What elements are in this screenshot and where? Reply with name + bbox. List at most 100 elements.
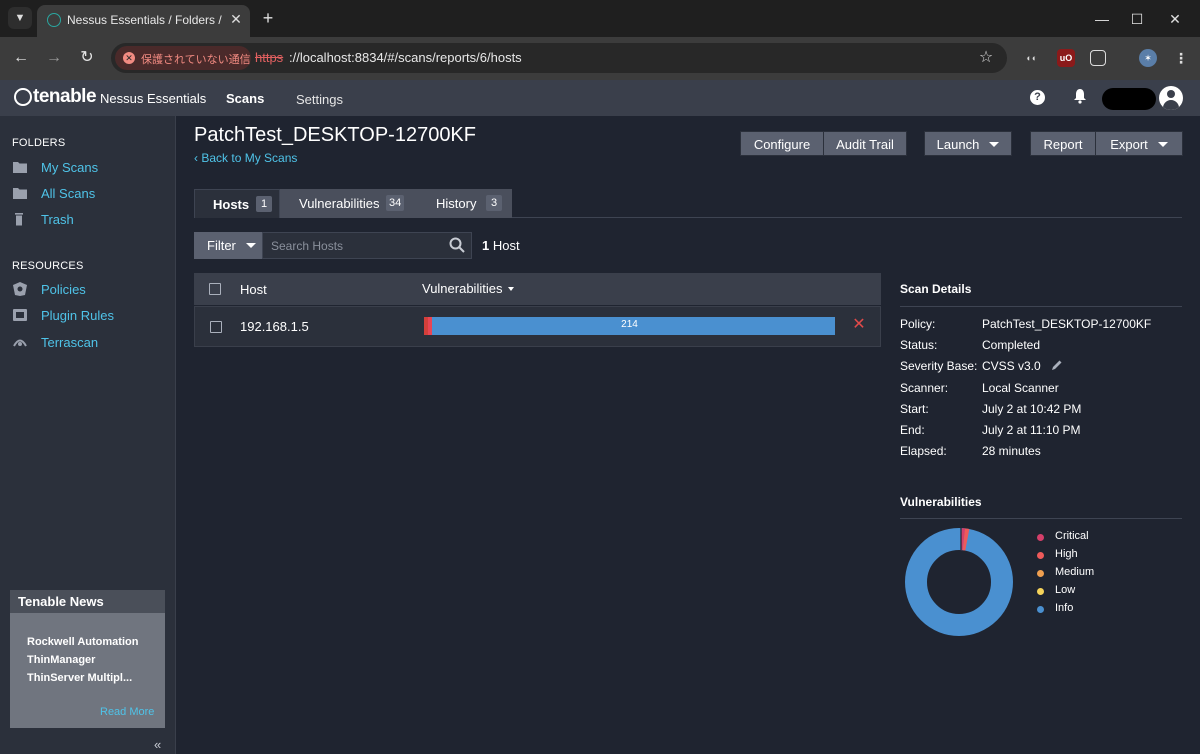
back-to-my-scans-link[interactable]: ‹ Back to My Scans [194,151,297,165]
nav-settings[interactable]: Settings [296,92,343,107]
vulnerabilities-donut-chart[interactable] [905,528,1013,636]
folders-heading: FOLDERS [12,137,66,149]
news-line: ThinServer Multipl... [27,672,133,684]
severity-base-key: Severity Base: [900,359,978,373]
legend-dot [1037,534,1044,541]
scan-details-heading: Scan Details [900,282,972,296]
legend-dot [1037,552,1044,559]
search-hosts-field [262,232,472,259]
user-avatar-icon[interactable] [1159,86,1183,110]
terrascan-icon [13,339,27,347]
report-button[interactable]: Report [1030,131,1096,156]
chevron-down-icon [1157,142,1168,147]
column-header-vulnerabilities[interactable]: Vulnerabilities [422,281,515,296]
panel-divider [900,518,1182,519]
policy-value: PatchTest_DESKTOP-12700KF [982,317,1152,331]
url-text: ://localhost:8834/#/scans/reports/6/host… [289,50,522,65]
filter-label: Filter [207,238,236,253]
legend-dot [1037,570,1044,577]
host-count-number: 1 [482,238,490,253]
forward-arrow-icon[interactable]: → [43,47,65,69]
news-headline[interactable]: Rockwell Automation ThinManager ThinServ… [27,633,157,687]
table-header: Host Vulnerabilities [194,273,881,305]
sidebar-item-label: My Scans [41,160,99,175]
search-icon[interactable] [449,237,465,253]
configure-button[interactable]: Configure [740,131,824,156]
username-redacted[interactable] [1102,88,1156,110]
address-bar[interactable]: ✕ 保護されていない通信 https ://localhost:8834/#/s… [111,43,1007,73]
donut-segment-high [962,528,970,551]
select-all-checkbox[interactable] [209,283,221,295]
sidebar-item-label: Trash [41,212,74,227]
maximize-icon[interactable]: ☐ [1127,9,1147,29]
help-icon[interactable]: ? [1030,90,1045,105]
new-tab-button[interactable]: + [258,8,278,28]
start-key: Start: [900,402,929,416]
window-close-icon[interactable]: ✕ [1165,9,1185,29]
notifications-bell-icon[interactable] [1071,88,1089,106]
collapse-sidebar-icon[interactable]: « [154,737,161,752]
sidebar-item-my-scans[interactable]: My Scans [12,158,162,178]
nav-scans[interactable]: Scans [226,91,264,106]
policy-key: Policy: [900,317,936,331]
row-checkbox[interactable] [210,321,222,333]
ublock-origin-icon[interactable]: uO [1057,49,1075,67]
tab-vulnerabilities[interactable]: Vulnerabilities 34 [280,189,421,218]
read-more-link[interactable]: Read More [100,706,154,718]
browser-menu-icon[interactable]: ⋮ [1172,49,1190,67]
browser-tab-title: Nessus Essentials / Folders / View Scan [67,13,222,27]
remove-host-icon[interactable]: ✕ [852,316,866,334]
legend-label: Critical [1055,530,1089,542]
host-ip[interactable]: 192.168.1.5 [240,319,309,334]
start-value: July 2 at 10:42 PM [982,402,1082,416]
sidebar-item-policies[interactable]: Policies [12,280,162,300]
news-line: ThinManager [27,654,96,666]
sidebar-item-label: All Scans [41,186,96,201]
legend-label: Medium [1055,566,1095,578]
tab-label: History [436,196,477,211]
security-status-chip[interactable]: ✕ 保護されていない通信 [115,46,251,70]
column-header-host[interactable]: Host [240,282,267,297]
bookmark-star-icon[interactable]: ☆ [977,49,995,67]
profile-avatar-icon[interactable]: ✶ [1139,49,1157,67]
extensions-puzzle-icon[interactable] [1090,50,1106,66]
sidebar-item-plugin-rules[interactable]: Plugin Rules [12,306,162,326]
reload-icon[interactable]: ↻ [76,47,98,69]
sidebar-item-label: Policies [41,282,86,297]
news-line: Rockwell Automation [27,636,139,648]
export-button[interactable]: Export [1095,131,1183,156]
extension-glasses-icon[interactable]: ◐◐ [1023,49,1041,67]
legend-dot [1037,588,1044,595]
end-value: July 2 at 11:10 PM [982,423,1081,437]
launch-button[interactable]: Launch [924,131,1012,156]
audit-trail-button[interactable]: Audit Trail [823,131,907,156]
donut-segment-info [905,528,1013,636]
browser-toolbar: ← → ↻ ✕ 保護されていない通信 https ://localhost:88… [0,37,1200,80]
legend-label: High [1055,548,1078,560]
tab-count-badge: 1 [256,196,272,212]
tab-history[interactable]: History 3 [421,189,512,218]
edit-pencil-icon[interactable] [1051,359,1063,371]
sidebar-item-trash[interactable]: Trash [12,210,162,230]
filter-button[interactable]: Filter [194,232,262,259]
sidebar-item-terrascan[interactable]: Terrascan [12,333,162,353]
scanner-key: Scanner: [900,381,949,395]
table-row[interactable]: 192.168.1.5 214 ✕ [194,306,881,347]
tab-search-button[interactable]: ▼ [8,7,32,29]
column-header-label: Vulnerabilities [422,281,503,296]
vulnerability-severity-bar[interactable]: 214 [424,317,835,335]
scanner-value: Local Scanner [982,381,1059,395]
search-hosts-input[interactable] [271,237,441,255]
tab-close-icon[interactable]: ✕ [228,11,244,27]
legend-label: Low [1055,584,1076,596]
chevron-down-icon [245,243,256,248]
tab-label: Vulnerabilities [299,196,380,211]
back-arrow-icon[interactable]: ← [10,47,32,69]
sidebar-item-all-scans[interactable]: All Scans [12,184,162,204]
url-scheme: https [255,50,284,65]
back-link-label: Back to My Scans [201,151,298,165]
minimize-icon[interactable]: — [1092,9,1112,29]
browser-tab-active[interactable]: Nessus Essentials / Folders / View Scan … [37,5,250,37]
tab-hosts[interactable]: Hosts 1 [194,189,280,218]
status-key: Status: [900,338,938,352]
